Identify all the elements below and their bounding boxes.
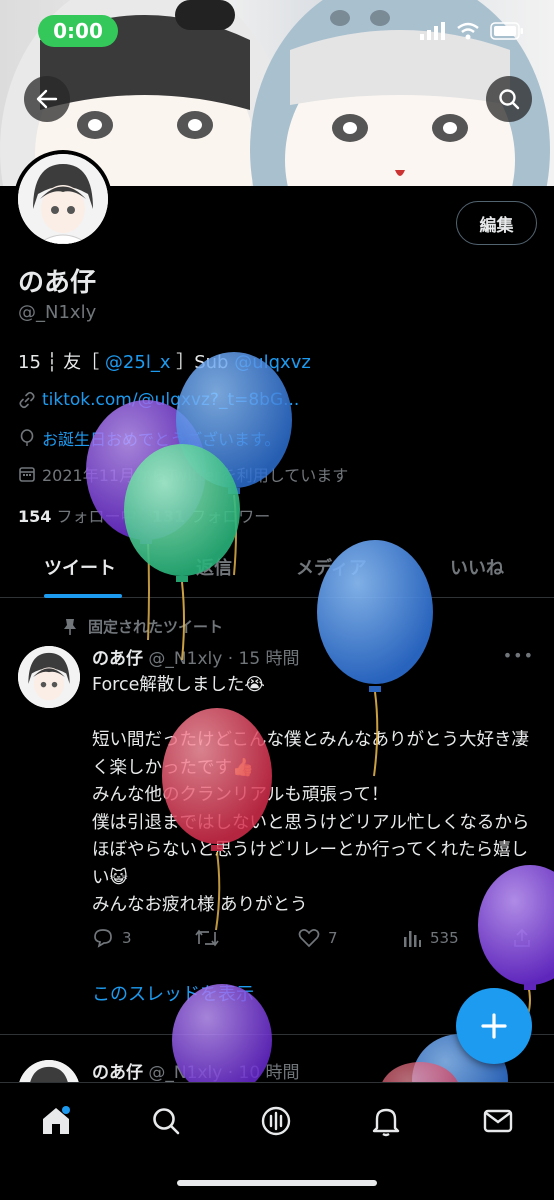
analytics-icon bbox=[404, 931, 421, 947]
like-button[interactable]: 7 bbox=[298, 928, 338, 948]
birthday-row: お誕生日おめでとうございます。 bbox=[18, 426, 280, 450]
view-count: 535 bbox=[430, 929, 459, 947]
back-button[interactable] bbox=[24, 76, 70, 122]
status-icons bbox=[420, 22, 524, 40]
follow-stats: 154 フォロー中 131 フォロワー bbox=[18, 503, 270, 527]
tweet-author-name[interactable]: のあ仔 bbox=[92, 1063, 143, 1083]
search-button[interactable] bbox=[486, 76, 532, 122]
tab-likes[interactable]: いいね bbox=[450, 554, 504, 580]
joined-row: 2021年11月からTwitterを利用しています bbox=[18, 462, 348, 486]
followers-link[interactable]: 131 フォロワー bbox=[152, 507, 271, 526]
heart-icon bbox=[298, 929, 320, 948]
profile-link[interactable]: tiktok.com/@ulqxvz?_t=8bG... bbox=[42, 390, 299, 410]
nav-spaces[interactable] bbox=[256, 1101, 296, 1141]
reply-button[interactable]: 3 bbox=[92, 928, 132, 948]
spaces-icon bbox=[261, 1106, 291, 1136]
nav-home[interactable] bbox=[36, 1101, 76, 1141]
tweet-header: のあ仔 @_N1xly · 10 時間 bbox=[92, 1058, 300, 1083]
bio-prefix: 15 ┆ 友［ bbox=[18, 352, 100, 373]
tweet-time: · 15 時間 bbox=[227, 649, 300, 669]
tweet-author-handle: @_N1xly bbox=[148, 1063, 223, 1083]
status-time: 0:00 bbox=[38, 15, 118, 47]
followers-count: 131 bbox=[151, 507, 186, 526]
tweet-avatar[interactable] bbox=[18, 646, 80, 708]
avatar-image bbox=[18, 154, 108, 244]
following-label: フォロー中 bbox=[56, 507, 137, 526]
share-icon bbox=[514, 928, 530, 947]
compose-tweet-button[interactable] bbox=[456, 988, 532, 1064]
wifi-icon bbox=[457, 22, 479, 40]
search-icon bbox=[153, 1108, 180, 1135]
tab-media[interactable]: メディア bbox=[296, 554, 367, 580]
reply-count: 3 bbox=[122, 929, 132, 947]
birthday-text[interactable]: お誕生日おめでとうございます。 bbox=[42, 426, 280, 450]
following-link[interactable]: 154 フォロー中 bbox=[18, 507, 137, 526]
pinned-label: 固定されたツイート bbox=[88, 618, 224, 636]
calendar-icon bbox=[19, 467, 35, 482]
profile-link-row: tiktok.com/@ulqxvz?_t=8bG... bbox=[18, 390, 299, 410]
profile-avatar[interactable] bbox=[14, 150, 112, 248]
bio-mention-2[interactable]: @ulqxvz bbox=[234, 352, 311, 373]
nav-notifications[interactable] bbox=[366, 1101, 406, 1141]
tweet-actions: 3 7 535 bbox=[92, 928, 532, 954]
edit-profile-button[interactable]: 編集 bbox=[456, 201, 537, 245]
home-indicator bbox=[177, 1180, 377, 1186]
arrow-left-icon bbox=[36, 89, 58, 109]
tweet-header: のあ仔 @_N1xly · 15 時間 bbox=[92, 644, 300, 669]
tweet-body: Force解散しました😭 短い間だったけどこんな僕とみんなありがとう大好き凄く楽… bbox=[92, 675, 530, 915]
profile-handle: @_N1xly bbox=[18, 302, 97, 323]
followers-label: フォロワー bbox=[190, 507, 271, 526]
bio-mid: ］Sub bbox=[176, 352, 229, 373]
retweet-icon bbox=[195, 929, 219, 947]
following-count: 154 bbox=[18, 507, 52, 526]
pinned-label-row: 固定されたツイート bbox=[62, 616, 223, 637]
search-icon bbox=[499, 89, 520, 110]
tab-tweets[interactable]: ツイート bbox=[44, 554, 116, 580]
bell-icon bbox=[372, 1108, 400, 1137]
signal-icon bbox=[420, 22, 445, 40]
more-options-icon[interactable]: ••• bbox=[503, 646, 534, 665]
reply-icon bbox=[94, 929, 112, 948]
profile-tabs: ツイート 返信 メディア いいね bbox=[0, 540, 554, 598]
profile-bio: 15 ┆ 友［ @25l_x ］Sub @ulqxvz bbox=[18, 348, 311, 374]
battery-icon bbox=[490, 22, 523, 40]
like-count: 7 bbox=[328, 929, 338, 947]
tweet-author-name[interactable]: のあ仔 bbox=[92, 649, 143, 669]
show-thread-link[interactable]: このスレッドを表示 bbox=[92, 980, 254, 1006]
plus-icon bbox=[481, 1013, 507, 1039]
home-icon bbox=[43, 1106, 70, 1134]
pin-icon bbox=[64, 618, 76, 635]
bio-mention-1[interactable]: @25l_x bbox=[105, 352, 171, 373]
link-icon bbox=[19, 391, 35, 409]
tab-replies[interactable]: 返信 bbox=[196, 554, 232, 580]
avatar-image bbox=[18, 646, 80, 708]
share-button[interactable] bbox=[512, 928, 532, 948]
nav-messages[interactable] bbox=[478, 1101, 518, 1141]
status-bar: 0:00 bbox=[0, 0, 554, 60]
tweet-time: · 10 時間 bbox=[227, 1063, 300, 1083]
active-tab-indicator bbox=[44, 594, 122, 598]
mail-icon bbox=[483, 1109, 513, 1133]
retweet-button[interactable] bbox=[194, 928, 220, 948]
nav-search[interactable] bbox=[146, 1101, 186, 1141]
balloon-icon bbox=[20, 429, 34, 446]
views-button[interactable]: 535 bbox=[402, 928, 459, 948]
tweet-author-handle: @_N1xly bbox=[148, 649, 223, 669]
joined-text: 2021年11月からTwitterを利用しています bbox=[42, 466, 349, 485]
profile-name: のあ仔 bbox=[18, 268, 97, 298]
